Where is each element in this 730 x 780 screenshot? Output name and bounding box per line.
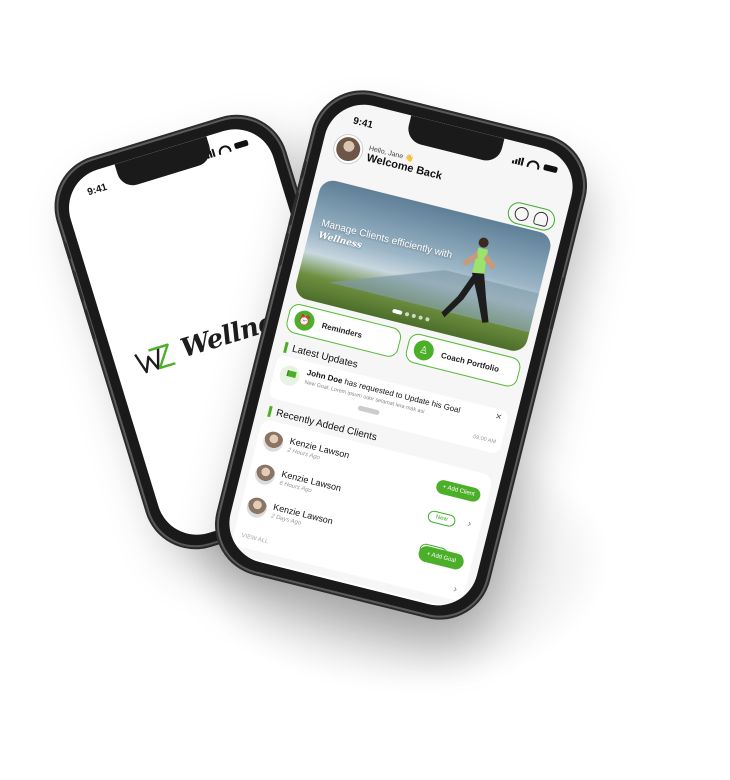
notch: [114, 136, 214, 190]
mute-switch: [63, 241, 72, 260]
client-avatar: [261, 429, 286, 454]
status-time: 9:41: [351, 115, 374, 132]
avatar[interactable]: [331, 132, 366, 167]
status-time: 9:41: [86, 181, 109, 199]
client-avatar: [244, 495, 269, 520]
close-icon[interactable]: ✕: [494, 412, 503, 422]
status-icons: [511, 155, 559, 174]
mute-switch: [299, 160, 308, 179]
chevron-right-icon[interactable]: ›: [452, 584, 458, 595]
update-time: 09:00 AM: [472, 433, 497, 446]
flag-icon: [277, 363, 302, 388]
wellness-logo-icon: [134, 343, 176, 374]
chevron-right-icon[interactable]: ›: [467, 518, 473, 529]
bell-icon[interactable]: [532, 210, 550, 228]
wifi-icon: [526, 158, 541, 170]
alarm-clock-icon: ⏰: [292, 308, 317, 333]
coach-portfolio-label: Coach Portfolio: [440, 350, 501, 374]
battery-icon: [543, 164, 559, 174]
update-pill: [357, 405, 380, 416]
signal-icon: [511, 155, 525, 166]
recent-clients-card: + Add Client Kenzie Lawson 2 Hours Ago K…: [231, 418, 494, 603]
coach-icon: ♙: [411, 338, 436, 363]
carousel-dots[interactable]: [391, 308, 430, 322]
chat-icon[interactable]: [513, 205, 531, 223]
new-badge: New: [426, 509, 457, 528]
client-avatar: [252, 462, 278, 487]
volume-up-button: [72, 270, 85, 303]
battery-icon: [233, 139, 249, 150]
reminders-label: Reminders: [320, 320, 364, 340]
volume-down-button: [83, 308, 96, 341]
power-button: [549, 276, 566, 330]
wifi-icon: [217, 143, 232, 156]
view-all-link[interactable]: VIEW ALL: [241, 533, 269, 545]
